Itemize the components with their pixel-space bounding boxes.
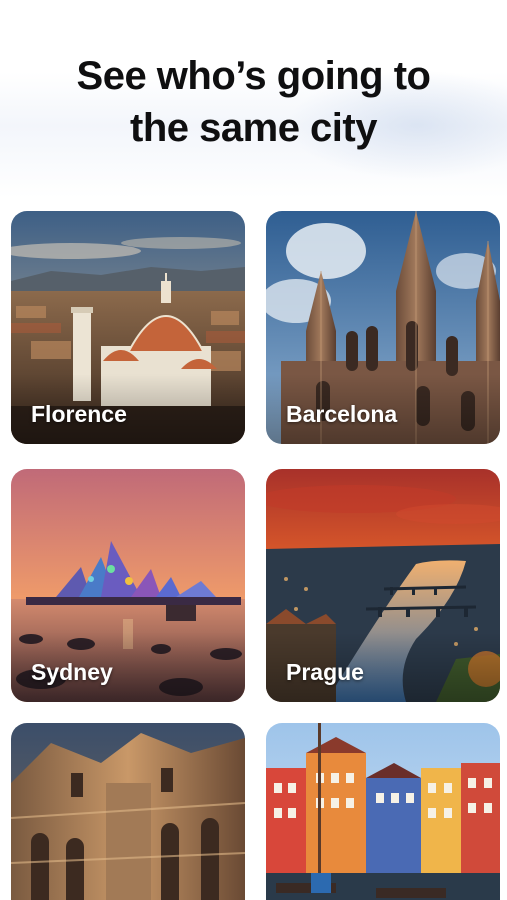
city-selection-screen: See who’s going to the same city Florenc… (0, 0, 507, 900)
city-card-prague[interactable]: Prague (266, 469, 500, 702)
city-6-image (266, 723, 500, 900)
city-name: Sydney (31, 659, 113, 685)
page-title: See who’s going to the same city (0, 50, 507, 154)
city-card-barcelona[interactable]: Barcelona (266, 211, 500, 444)
city-card-sydney[interactable]: Sydney (11, 469, 245, 702)
city-card-6[interactable] (266, 723, 500, 900)
page-title-line-2: the same city (130, 106, 377, 150)
page-title-line-1: See who’s going to (76, 54, 431, 98)
city-name: Barcelona (286, 401, 398, 427)
city-name: Prague (286, 659, 364, 685)
city-5-image (11, 723, 245, 900)
city-name: Florence (31, 401, 127, 427)
city-card-5[interactable] (11, 723, 245, 900)
city-card-florence[interactable]: Florence (11, 211, 245, 444)
